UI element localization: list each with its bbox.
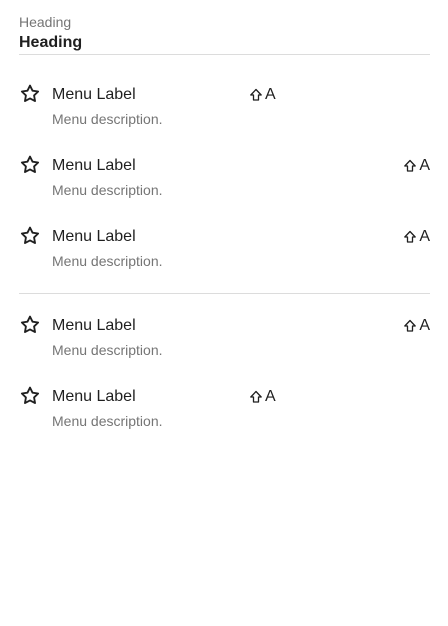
menu-header: Heading Heading (19, 0, 430, 54)
menu-item-description: Menu description. (52, 253, 163, 269)
menu: Heading Heading Menu Label Menu descript… (19, 0, 430, 436)
menu-item-description: Menu description. (52, 342, 163, 358)
shortcut-key: A (419, 228, 430, 245)
star-outline-icon (20, 84, 40, 102)
shift-icon (404, 319, 417, 332)
menu-overline: Heading (19, 14, 72, 30)
menu-item[interactable]: Menu Label Menu description. A (19, 134, 430, 205)
menu-item-shortcut: A (403, 227, 430, 247)
menu-heading: Heading (19, 34, 83, 51)
menu-item[interactable]: Menu Label Menu description. A (19, 63, 430, 134)
shift-icon (404, 159, 417, 172)
menu-item-shortcut: A (403, 156, 430, 176)
shift-icon (250, 88, 262, 101)
menu-item-description: Menu description. (52, 182, 163, 198)
menu-item-label: Menu Label (52, 388, 136, 405)
menu-item-shortcut: A (249, 85, 276, 105)
group-separator (19, 276, 430, 294)
menu-item-shortcut: A (249, 387, 276, 407)
shortcut-key: A (265, 388, 276, 405)
menu-item-label: Menu Label (52, 157, 136, 174)
divider (19, 54, 430, 55)
menu-group: Menu Label Menu description. A Menu Labe… (19, 63, 430, 276)
shift-icon (404, 230, 417, 243)
menu-item[interactable]: Menu Label Menu description. A (19, 365, 430, 436)
menu-item-shortcut: A (403, 316, 430, 336)
menu-item[interactable]: Menu Label Menu description. A (19, 205, 430, 276)
menu-item-label: Menu Label (52, 317, 136, 334)
menu-group: Menu Label Menu description. A Menu Labe… (19, 294, 430, 436)
menu-item[interactable]: Menu Label Menu description. A (19, 294, 430, 365)
shortcut-key: A (419, 157, 430, 174)
menu-item-label: Menu Label (52, 86, 136, 103)
menu-item-label: Menu Label (52, 228, 136, 245)
star-outline-icon (20, 386, 40, 404)
menu-item-description: Menu description. (52, 413, 163, 429)
star-outline-icon (20, 155, 40, 173)
shortcut-key: A (419, 317, 430, 334)
shortcut-key: A (265, 86, 276, 103)
star-outline-icon (20, 226, 40, 244)
shift-icon (250, 390, 262, 403)
menu-item-description: Menu description. (52, 111, 163, 127)
star-outline-icon (20, 315, 40, 333)
